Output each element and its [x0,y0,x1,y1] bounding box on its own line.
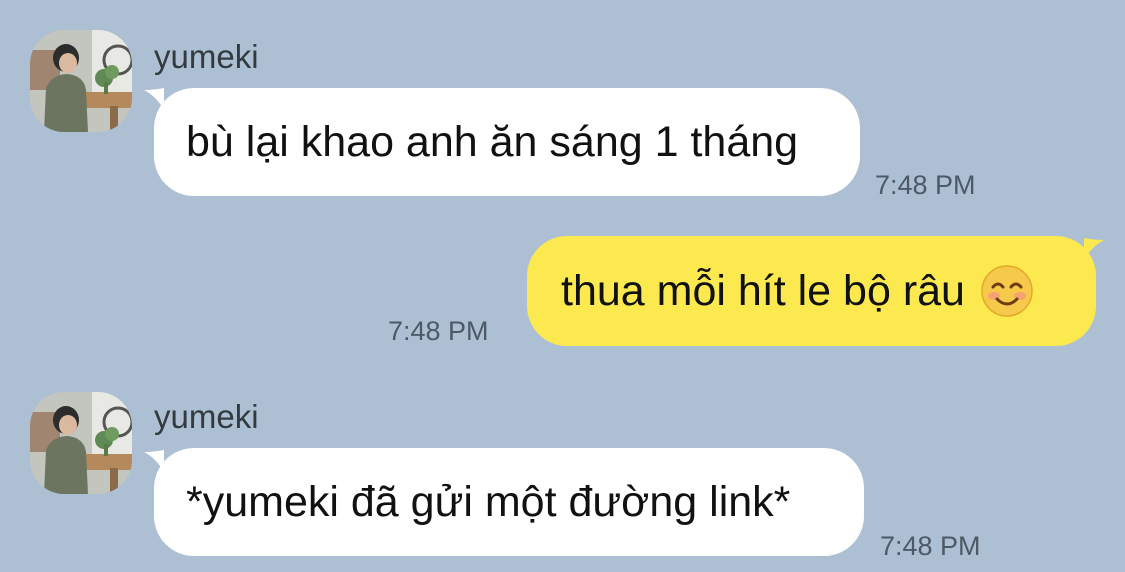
message-text[interactable]: bù lại khao anh ăn sáng 1 tháng [186,118,798,167]
sender-name: yumeki [154,38,259,75]
message-bubble-incoming[interactable]: bù lại khao anh ăn sáng 1 tháng [154,88,860,196]
smiling-face-icon [981,265,1033,317]
avatar[interactable] [30,392,132,494]
message-timestamp: 7:48 PM [880,531,981,561]
avatar[interactable] [30,30,132,132]
message-timestamp: 7:48 PM [875,170,976,200]
message-text[interactable]: thua mỗi hít le bộ râu [561,267,965,316]
message-text[interactable]: *yumeki đã gửi một đường link* [186,478,790,527]
sender-name: yumeki [154,398,259,435]
message-timestamp: 7:48 PM [388,316,489,346]
bubble-tail [1084,238,1104,260]
message-bubble-incoming[interactable]: *yumeki đã gửi một đường link* [154,448,864,556]
message-bubble-outgoing[interactable]: thua mỗi hít le bộ râu [527,236,1096,346]
